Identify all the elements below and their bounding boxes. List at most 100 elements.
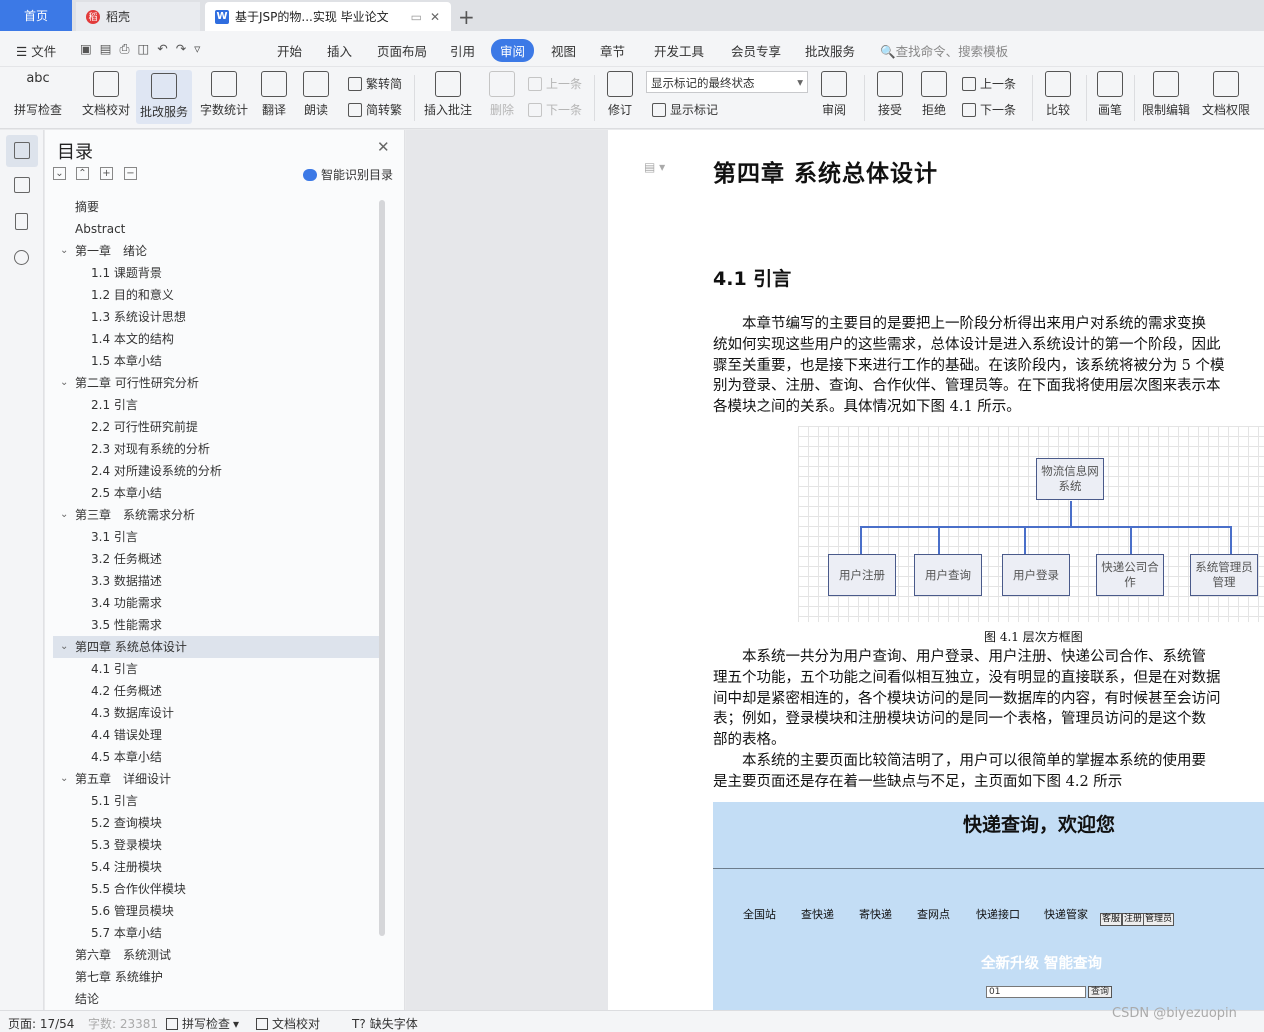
next-comment-button[interactable]: 下一条: [528, 101, 582, 118]
document-page[interactable]: ▤ ▾ 第四章 系统总体设计 4.1 引言 本章节编写的主要目的是要把上一阶段分…: [608, 130, 1264, 1010]
toc-item[interactable]: 1.5 本章小结: [53, 350, 379, 372]
redo-icon[interactable]: ↷: [176, 41, 186, 56]
menu-insert[interactable]: 插入: [327, 41, 352, 60]
correct-service-button[interactable]: 批改服务: [136, 70, 192, 124]
word-count-button[interactable]: 字数统计: [196, 71, 252, 118]
simp-to-trad-button[interactable]: 简转繁: [348, 101, 402, 118]
toc-item[interactable]: 5.3 登录模块: [53, 834, 379, 856]
toc-item[interactable]: 5.4 注册模块: [53, 856, 379, 878]
file-menu[interactable]: ☰ 文件: [16, 41, 56, 60]
print-icon[interactable]: ⎙: [120, 41, 130, 56]
toc-item[interactable]: 5.6 管理员模块: [53, 900, 379, 922]
new-tab-icon[interactable]: +: [458, 2, 475, 31]
toc-item[interactable]: 4.3 数据库设计: [53, 702, 379, 724]
toc-item[interactable]: 3.4 功能需求: [53, 592, 379, 614]
missing-font[interactable]: T? 缺失字体: [352, 1015, 418, 1032]
toc-item[interactable]: 4.4 错误处理: [53, 724, 379, 746]
menu-review[interactable]: 审阅: [491, 39, 535, 62]
prev-change-button[interactable]: 上一条: [962, 75, 1016, 92]
collapse-all-icon[interactable]: −: [124, 167, 137, 180]
insert-comment-button[interactable]: 插入批注: [420, 71, 476, 118]
show-markup-button[interactable]: 显示标记: [652, 101, 718, 118]
quick-access-toolbar[interactable]: ▣ ▤ ⎙ ◫ ↶ ↷ ▿: [80, 41, 200, 57]
page-indicator[interactable]: 页面: 17/54: [8, 1015, 74, 1032]
toc-item[interactable]: 5.7 本章小结: [53, 922, 379, 944]
close-icon[interactable]: ✕: [377, 138, 390, 156]
menu-reference[interactable]: 引用: [450, 41, 475, 60]
toc-item[interactable]: 3.1 引言: [53, 526, 379, 548]
menu-view[interactable]: 视图: [551, 41, 576, 60]
compare-button[interactable]: 比较: [1030, 71, 1086, 118]
toc-item[interactable]: 5.1 引言: [53, 790, 379, 812]
toc-item[interactable]: 3.2 任务概述: [53, 548, 379, 570]
tab-document[interactable]: W 基于JSP的物...实现 毕业论文 ▭ ✕: [205, 2, 451, 31]
toc-item[interactable]: 第六章 系统测试: [53, 944, 379, 966]
toc-item[interactable]: 1.3 系统设计思想: [53, 306, 379, 328]
toc-item[interactable]: 1.1 课题背景: [53, 262, 379, 284]
menu-correction[interactable]: 批改服务: [805, 41, 855, 60]
track-changes-button[interactable]: 修订: [592, 71, 648, 118]
toc-item[interactable]: 4.1 引言: [53, 658, 379, 680]
save-icon[interactable]: ▣: [80, 41, 92, 56]
prev-comment-button[interactable]: 上一条: [528, 75, 582, 92]
search-icon[interactable]: [14, 250, 29, 265]
status-spell-check[interactable]: 拼写检查 ▾: [166, 1015, 239, 1032]
chevron-down-icon[interactable]: ⌄: [60, 372, 68, 394]
toc-item[interactable]: ⌄ 第五章 详细设计: [53, 768, 379, 790]
undo-icon[interactable]: ↶: [157, 41, 167, 56]
close-tab-icon[interactable]: ✕: [430, 10, 440, 24]
toc-item[interactable]: 2.4 对所建设系统的分析: [53, 460, 379, 482]
chevron-down-icon[interactable]: ⌄: [60, 768, 68, 790]
float-icon[interactable]: ▭: [411, 10, 422, 24]
tab-daoke[interactable]: 稻稻壳: [76, 2, 200, 31]
pen-button[interactable]: 画笔: [1082, 71, 1138, 118]
toc-item[interactable]: 2.5 本章小结: [53, 482, 379, 504]
doc-check-button[interactable]: 文档校对: [78, 71, 134, 118]
toc-item[interactable]: ⌄ 第二章 可行性研究分析: [53, 372, 379, 394]
toc-item[interactable]: 1.2 目的和意义: [53, 284, 379, 306]
delete-comment-button[interactable]: 删除: [474, 71, 530, 118]
toc-item[interactable]: 4.2 任务概述: [53, 680, 379, 702]
toc-item[interactable]: ⌄ 第一章 绪论: [53, 240, 379, 262]
toc-panel-button[interactable]: [6, 135, 38, 167]
collapse-level-icon[interactable]: ⌃: [76, 167, 89, 180]
toc-item[interactable]: 2.3 对现有系统的分析: [53, 438, 379, 460]
bookmark-icon[interactable]: [15, 213, 28, 230]
toc-item[interactable]: 1.4 本文的结构: [53, 328, 379, 350]
chevron-down-icon[interactable]: ⌄: [60, 636, 68, 658]
chapter-nav-icon[interactable]: [14, 177, 30, 193]
toc-item[interactable]: 第七章 系统维护: [53, 966, 379, 988]
page-tool-icon[interactable]: ▤ ▾: [644, 160, 665, 174]
toc-item[interactable]: 4.5 本章小结: [53, 746, 379, 768]
toc-item[interactable]: 2.1 引言: [53, 394, 379, 416]
toc-item[interactable]: 3.3 数据描述: [53, 570, 379, 592]
next-change-button[interactable]: 下一条: [962, 101, 1016, 118]
toc-item[interactable]: 5.5 合作伙伴模块: [53, 878, 379, 900]
word-count[interactable]: 字数: 23381: [88, 1015, 158, 1032]
toc-scrollbar[interactable]: [379, 200, 385, 936]
read-aloud-button[interactable]: 朗读: [288, 71, 344, 118]
expand-level-icon[interactable]: ⌄: [53, 167, 66, 180]
menu-layout[interactable]: 页面布局: [377, 41, 427, 60]
menu-member[interactable]: 会员专享: [731, 41, 781, 60]
doc-permission-button[interactable]: 文档权限: [1198, 71, 1254, 118]
toc-item[interactable]: 2.2 可行性研究前提: [53, 416, 379, 438]
command-search[interactable]: 🔍查找命令、搜索模板: [880, 41, 1008, 60]
menu-devtools[interactable]: 开发工具: [654, 41, 704, 60]
tab-home[interactable]: 首页: [0, 0, 72, 31]
expand-all-icon[interactable]: +: [100, 167, 113, 180]
spell-check-button[interactable]: abc 拼写检查: [10, 71, 66, 118]
pdf-icon[interactable]: ▤: [100, 41, 112, 56]
review-pane-button[interactable]: 审阅: [806, 71, 862, 118]
toc-item[interactable]: 摘要: [53, 196, 379, 218]
chevron-down-icon[interactable]: ⌄: [60, 504, 68, 526]
toc-item[interactable]: Abstract: [53, 218, 379, 240]
menu-start[interactable]: 开始: [277, 41, 302, 60]
toc-item[interactable]: 5.2 查询模块: [53, 812, 379, 834]
toc-item[interactable]: ⌄ 第三章 系统需求分析: [53, 504, 379, 526]
more-icon[interactable]: ▿: [194, 41, 200, 56]
toc-item[interactable]: 3.5 性能需求: [53, 614, 379, 636]
trad-to-simp-button[interactable]: 繁转简: [348, 75, 402, 92]
preview-icon[interactable]: ◫: [138, 41, 150, 56]
markup-state-select[interactable]: 显示标记的最终状态 ▾: [646, 71, 808, 93]
